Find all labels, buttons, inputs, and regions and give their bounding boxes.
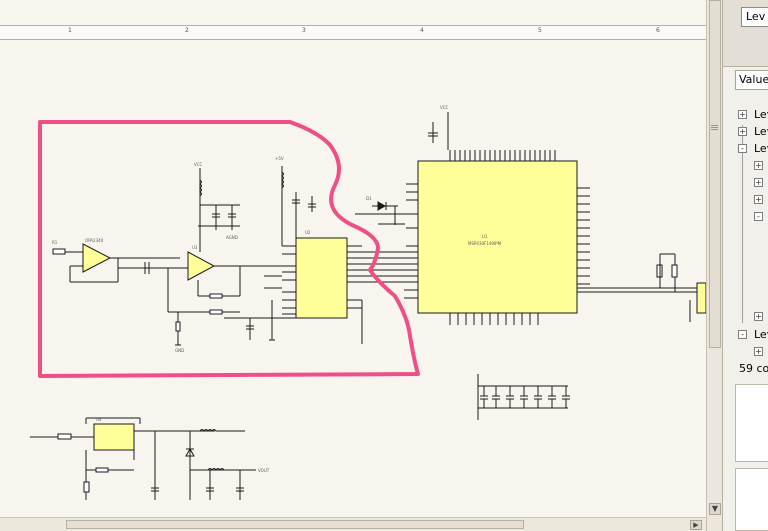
horizontal-scrollbar[interactable]: ▶ [0,517,706,531]
app-window: 1 2 3 4 5 6 .w { stroke:#1a1a1a; stroke-… [0,0,768,531]
label-vcc-top: VCC [440,105,449,110]
label-vcc-opamp: VCC [194,162,203,167]
ruler-label-1: 1 [68,27,72,34]
tree-child-2[interactable]: + [723,175,768,191]
tree-label: Lev [754,142,768,155]
opamp-2 [187,251,216,281]
scroll-grip-icon [711,125,718,126]
schematic-svg: .w { stroke:#1a1a1a; stroke-width:1; fil… [0,25,706,500]
details-pane [735,384,768,462]
label-vcc-u2: +5V [275,156,284,161]
u2-label: U2 [305,230,311,235]
label-gnd-opamp: GND [175,348,184,353]
vertical-scrollbar[interactable]: ▼ [706,0,722,531]
opamp-2-label: U3 [192,245,198,250]
annotation-loop [38,120,420,378]
tree-item-level-2[interactable]: + Lev [723,124,768,140]
expander-plus-icon[interactable]: + [754,178,763,187]
connector-right [696,282,706,314]
tree-label: Lev [754,108,768,121]
mcu-part: MSP430F149IPM [468,241,502,246]
tree-child-3[interactable]: + [723,192,768,208]
expander-plus-icon[interactable]: + [738,127,747,136]
tree-child-1[interactable]: + [723,158,768,174]
scroll-down-button[interactable]: ▼ [709,503,721,515]
component-count: 59 co [739,362,768,375]
tree-item-level-1[interactable]: + Lev [723,107,768,123]
opamp-1 [82,243,112,273]
expander-plus-icon[interactable]: + [754,347,763,356]
tree-label: Lev [754,328,768,341]
mcu-label: U1 [482,234,488,239]
tree-child-4[interactable]: - [723,209,768,225]
tree-item-level-3[interactable]: - Lev [723,141,768,157]
ruler-label-2: 2 [185,27,189,34]
tree-item-level-4[interactable]: - Lev [723,327,768,343]
opamp-1-label: OPA2340 [85,238,104,243]
mcu-chip [417,160,578,314]
expander-plus-icon[interactable]: + [738,110,747,119]
side-panel: Lev Value + Lev + Lev - Lev + + + - + [722,0,768,531]
ruler-label-4: 4 [420,27,424,34]
vertical-scroll-thumb[interactable] [709,0,721,348]
label-r1: R1 [52,240,58,245]
expander-plus-icon[interactable]: + [754,312,763,321]
expander-minus-icon[interactable]: - [738,330,747,339]
ruler-label-6: 6 [656,27,660,34]
value-column-header[interactable]: Value [735,70,768,90]
level-combo[interactable]: Lev [741,7,768,27]
sheet-ruler: 1 2 3 4 5 6 [0,25,706,40]
scroll-right-button[interactable]: ▶ [690,520,702,530]
label-agnd: AGND [226,235,238,240]
u2-chip [295,237,348,319]
tree-child-6[interactable]: + [723,344,768,360]
regulator-chip [93,423,135,451]
expander-minus-icon[interactable]: - [754,212,763,221]
ruler-label-3: 3 [302,27,306,34]
schematic-canvas[interactable]: 1 2 3 4 5 6 .w { stroke:#1a1a1a; stroke-… [0,0,706,517]
expander-minus-icon[interactable]: - [738,144,747,153]
ruler-label-5: 5 [538,27,542,34]
horizontal-scroll-thumb[interactable] [66,520,524,529]
tree-label: Lev [754,125,768,138]
label-vout: VOUT [258,468,270,473]
tree-child-5[interactable]: + [723,309,768,325]
expander-plus-icon[interactable]: + [754,161,763,170]
label-d1: D1 [366,196,372,201]
preview-pane [735,468,768,531]
expander-plus-icon[interactable]: + [754,195,763,204]
